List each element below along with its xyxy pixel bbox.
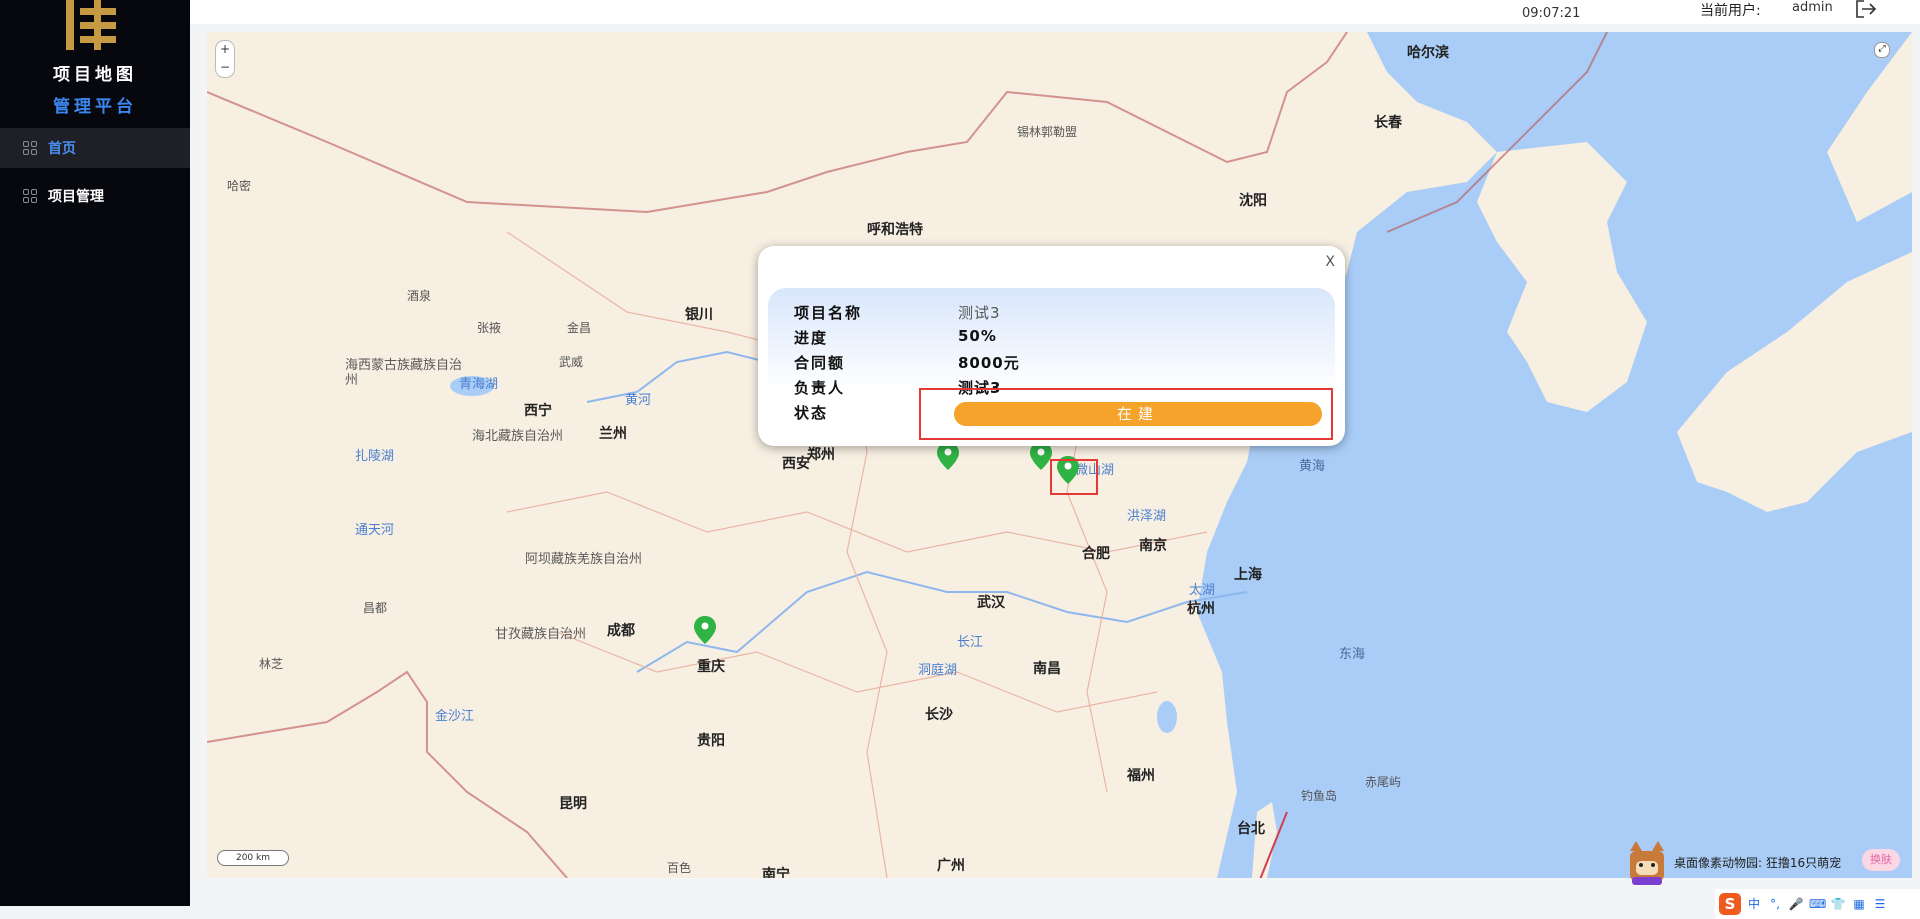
- top-header: [190, 0, 1920, 24]
- map-label: 哈尔滨: [1407, 45, 1449, 61]
- map-label: 呼和浩特: [867, 222, 923, 238]
- clock: 09:07:21: [1522, 6, 1581, 21]
- skin-shirt-icon[interactable]: 👕: [1830, 896, 1846, 912]
- map-label: 上海: [1234, 567, 1262, 583]
- map-label: 武威: [559, 355, 584, 369]
- field-value-progress: 50%: [958, 327, 997, 345]
- map-label: 重庆: [697, 659, 725, 675]
- microphone-icon[interactable]: 🎤: [1788, 896, 1804, 912]
- map-label: 阿坝藏族羌族自治州: [525, 552, 643, 567]
- field-label-contract-amount: 合同额: [794, 354, 846, 372]
- field-value-project-name: 测试3: [958, 304, 1001, 322]
- nav-item-home[interactable]: 首页: [0, 128, 190, 168]
- map-label: 张掖: [477, 321, 502, 335]
- map-label: 兰州: [599, 426, 627, 442]
- field-value-contract-amount: 8000元: [958, 354, 1020, 372]
- map-label: 太湖: [1189, 583, 1216, 598]
- selected-pin-highlight: [1050, 459, 1098, 495]
- map-label: 杭州: [1187, 601, 1215, 617]
- map-label: 郑州: [807, 447, 835, 463]
- map-label: 通天河: [355, 523, 395, 538]
- zoom-control: + −: [215, 40, 235, 78]
- more-icon[interactable]: ☰: [1872, 896, 1888, 912]
- map-label: 南京: [1139, 538, 1167, 554]
- sidebar: 项目地图 管理平台 首页 项目管理: [0, 0, 190, 906]
- map-label: 沈阳: [1239, 193, 1267, 209]
- map-label: 黄海: [1299, 459, 1326, 474]
- map-canvas[interactable]: 哈尔滨 长春 沈阳 呼和浩特 银川 西宁 兰州 西安 郑州 成都 重庆 贵阳 昆…: [207, 32, 1912, 878]
- map-label: 长春: [1374, 115, 1402, 131]
- promo-text: 桌面像素动物园: 狂撸16只萌宠: [1674, 856, 1842, 870]
- logo-icon: [66, 0, 116, 50]
- map-label: 贵阳: [697, 733, 725, 749]
- map-label: 黄河: [625, 393, 652, 408]
- map-label: 哈密: [227, 179, 252, 193]
- map-label: 昆明: [559, 796, 587, 812]
- status-highlight: [919, 388, 1333, 440]
- map-label: 台北: [1237, 821, 1265, 837]
- map-label: 海北藏族自治州: [472, 429, 564, 444]
- map-label: 青海湖: [459, 377, 499, 392]
- map-label: 长沙: [925, 707, 953, 723]
- map-label: 洞庭湖: [918, 663, 958, 678]
- current-user-label: 当前用户:: [1700, 3, 1761, 19]
- grid-icon: [23, 189, 37, 203]
- map-label: 广州: [937, 858, 965, 874]
- map-label: 甘孜藏族自治州: [495, 627, 587, 642]
- map-label: 林芝: [259, 657, 284, 671]
- project-pin-icon[interactable]: [694, 616, 716, 644]
- nav-item-label: 项目管理: [48, 189, 104, 205]
- logout-icon[interactable]: [1855, 0, 1877, 18]
- map-label: 昌都: [363, 601, 388, 615]
- map-label: 洪泽湖: [1127, 509, 1167, 524]
- map-label: 东海: [1339, 647, 1366, 662]
- zoom-in-button[interactable]: +: [216, 41, 234, 59]
- map-label: 西安: [782, 456, 810, 472]
- keyboard-icon[interactable]: ⌨: [1809, 896, 1826, 912]
- map-label: 合肥: [1082, 546, 1110, 562]
- map-label: 百色: [667, 861, 692, 875]
- ime-language-toggle[interactable]: 中: [1746, 896, 1762, 912]
- map-label: 金昌: [567, 321, 592, 335]
- map-label: 南宁: [762, 867, 790, 878]
- map-base: [207, 32, 1912, 878]
- field-label-project-name: 项目名称: [794, 304, 863, 322]
- map-label: 武汉: [977, 595, 1005, 611]
- change-skin-button[interactable]: 换肤: [1862, 849, 1900, 871]
- map-label: 金沙江: [435, 709, 475, 724]
- map-label: 南昌: [1033, 661, 1061, 677]
- map-label: 成都: [607, 623, 635, 639]
- field-label-status: 状态: [794, 404, 829, 422]
- popup-close-button[interactable]: X: [1325, 254, 1335, 270]
- map-label: 海西蒙古族藏族自治州: [345, 358, 463, 388]
- project-pin-icon[interactable]: [1030, 442, 1052, 470]
- map-label: 钓鱼岛: [1301, 789, 1338, 803]
- field-label-owner: 负责人: [794, 379, 846, 397]
- nav-item-project-management[interactable]: 项目管理: [0, 176, 190, 216]
- map-label: 赤尾屿: [1365, 775, 1402, 789]
- punctuation-icon[interactable]: °,: [1767, 896, 1783, 912]
- map-label: 银川: [685, 307, 713, 323]
- grid-icon: [23, 141, 37, 155]
- map-label: 西宁: [524, 403, 552, 419]
- map-label: 长江: [957, 635, 984, 650]
- pet-avatar-icon: [1630, 841, 1664, 885]
- field-label-progress: 进度: [794, 329, 829, 347]
- nav-item-label: 首页: [48, 141, 76, 157]
- zoom-out-button[interactable]: −: [216, 59, 234, 77]
- toolbox-icon[interactable]: ▦: [1851, 896, 1867, 912]
- map-label: 锡林郭勒盟: [1017, 125, 1078, 139]
- project-pin-icon[interactable]: [937, 442, 959, 470]
- logo-title: 项目地图: [53, 65, 137, 85]
- map-label: 福州: [1127, 768, 1155, 784]
- promo-widget[interactable]: 桌面像素动物园: 狂撸16只萌宠 换肤: [1622, 837, 1905, 887]
- fullscreen-icon[interactable]: ⤢: [1874, 42, 1890, 58]
- map-label: 酒泉: [407, 289, 432, 303]
- ime-toolbar: S 中 °, 🎤 ⌨ 👕 ▦ ☰: [1715, 889, 1920, 919]
- sogou-ime-icon[interactable]: S: [1719, 893, 1741, 915]
- logo-subtitle: 管理平台: [53, 97, 137, 117]
- map-scale: 200 km: [217, 850, 289, 866]
- map-label: 扎陵湖: [355, 449, 395, 464]
- current-user-name: admin: [1792, 0, 1833, 15]
